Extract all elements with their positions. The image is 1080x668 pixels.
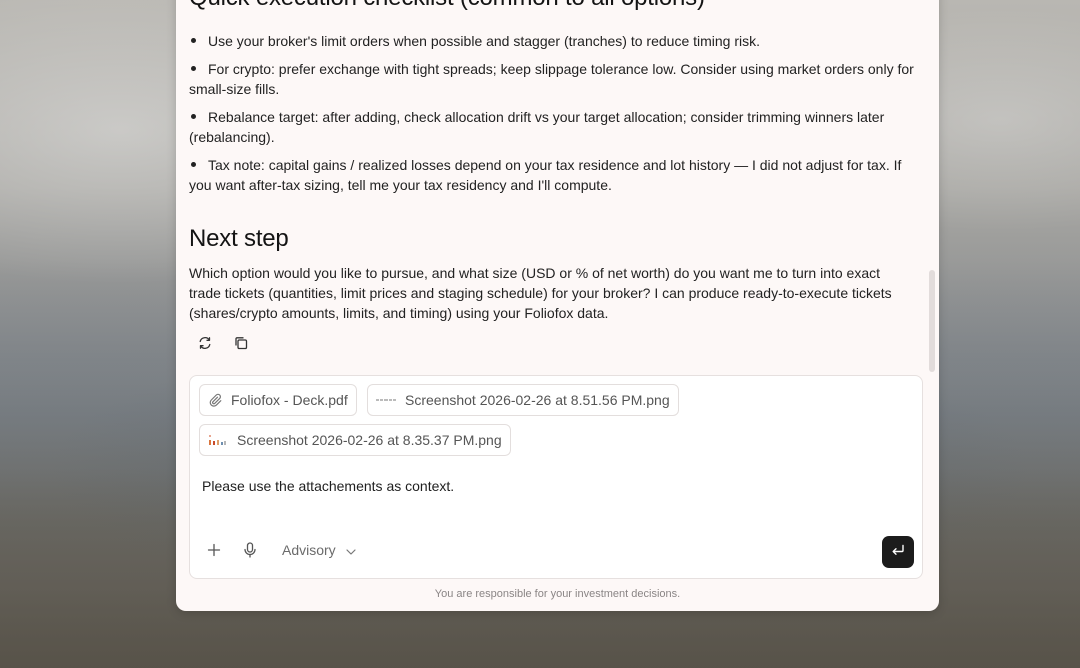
attachment-chip[interactable]: Screenshot 2026-02-26 at 8.51.56 PM.png bbox=[367, 384, 679, 416]
bullet-icon bbox=[191, 37, 196, 43]
copy-icon[interactable] bbox=[232, 334, 250, 352]
checklist-heading: Quick execution checklist (common to all… bbox=[189, 0, 705, 12]
bullet-icon bbox=[191, 113, 196, 119]
thumbnail-icon bbox=[376, 395, 396, 405]
checklist: Use your broker's limit orders when poss… bbox=[189, 31, 914, 203]
enter-icon bbox=[891, 543, 905, 561]
mode-label: Advisory bbox=[282, 542, 336, 558]
attachment-name: Foliofox - Deck.pdf bbox=[231, 392, 348, 408]
composer-toolbar: Advisory bbox=[206, 542, 356, 558]
list-item: Tax note: capital gains / realized losse… bbox=[189, 157, 902, 193]
list-item: For crypto: prefer exchange with tight s… bbox=[189, 61, 914, 97]
thumbnail-icon bbox=[208, 432, 228, 448]
list-item: Use your broker's limit orders when poss… bbox=[189, 31, 914, 51]
disclaimer-text: You are responsible for your investment … bbox=[434, 588, 681, 600]
next-step-paragraph: Which option would you like to pursue, a… bbox=[189, 265, 892, 321]
list-item: Rebalance target: after adding, check al… bbox=[189, 109, 885, 145]
message-composer: Foliofox - Deck.pdf Screenshot 2026-02-2… bbox=[189, 375, 923, 579]
next-step-heading: Next step bbox=[189, 225, 289, 252]
paperclip-icon bbox=[208, 393, 222, 407]
chevron-down-icon bbox=[346, 542, 356, 558]
message-actions bbox=[196, 334, 250, 352]
microphone-icon[interactable] bbox=[242, 542, 258, 558]
mode-selector[interactable]: Advisory bbox=[282, 542, 356, 558]
send-button[interactable] bbox=[882, 536, 914, 568]
scrollbar-thumb[interactable] bbox=[929, 270, 935, 372]
refresh-icon[interactable] bbox=[196, 334, 214, 352]
attachment-name: Screenshot 2026-02-26 at 8.51.56 PM.png bbox=[405, 392, 670, 408]
bullet-icon bbox=[191, 161, 196, 167]
attachment-name: Screenshot 2026-02-26 at 8.35.37 PM.png bbox=[237, 432, 502, 448]
plus-icon[interactable] bbox=[206, 542, 222, 558]
attachment-chip[interactable]: Screenshot 2026-02-26 at 8.35.37 PM.png bbox=[199, 424, 511, 456]
composer-input[interactable]: Please use the attachements as context. bbox=[202, 478, 454, 494]
bullet-icon bbox=[191, 65, 196, 71]
attachment-chip[interactable]: Foliofox - Deck.pdf bbox=[199, 384, 357, 416]
